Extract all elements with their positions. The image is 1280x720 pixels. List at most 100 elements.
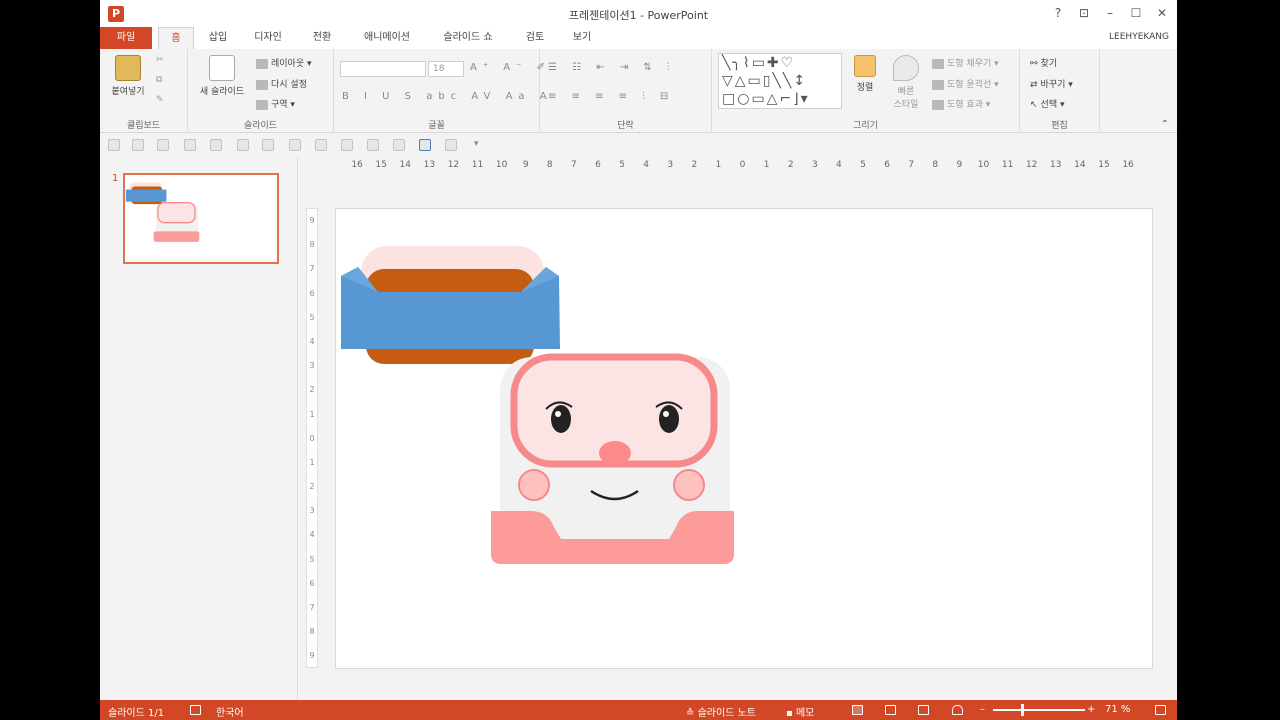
toolbar-icon[interactable] xyxy=(184,139,196,151)
toolbar-icon[interactable] xyxy=(367,139,379,151)
ruler-tick: 9 xyxy=(309,216,315,225)
section-button[interactable]: 구역 ▾ xyxy=(256,97,295,110)
shape-outline-label: 도형 윤곽선 ▾ xyxy=(947,80,999,90)
select-button[interactable]: ↖ 선택 ▾ xyxy=(1030,97,1065,110)
font-size-buttons[interactable]: A⁺ A⁻ ✐ xyxy=(470,62,551,73)
shapes-gallery[interactable]: ╲╮⌇▭✚♡ ▽△▭▯╲╲↕ □○▭△⌐⌋▾ xyxy=(718,53,842,109)
close-button[interactable]: ✕ xyxy=(1151,4,1173,22)
toolbar-icon[interactable] xyxy=(237,139,249,151)
fit-to-window-icon[interactable] xyxy=(1155,705,1166,715)
list-buttons[interactable]: ☰ ☷ ⇤ ⇥ ⇅ ⫶ xyxy=(548,62,675,73)
zoom-out-button[interactable]: – xyxy=(980,704,985,715)
tab-file[interactable]: 파일 xyxy=(100,27,152,49)
zoom-in-button[interactable]: + xyxy=(1087,704,1095,715)
replace-button[interactable]: ⇄ 바꾸기 ▾ xyxy=(1030,77,1073,90)
paste-icon xyxy=(115,55,141,81)
right-eye[interactable] xyxy=(659,405,679,433)
character-shape-group[interactable] xyxy=(491,353,734,564)
tab-transitions[interactable]: 전환 xyxy=(304,27,340,49)
toolbar-icon[interactable] xyxy=(419,139,431,151)
quick-styles-icon xyxy=(893,55,919,81)
minimize-button[interactable]: – xyxy=(1099,4,1121,22)
slide-thumbnail[interactable] xyxy=(123,173,279,264)
ruler-tick: 16 xyxy=(351,160,363,170)
normal-view-icon[interactable] xyxy=(852,705,863,715)
reset-button[interactable]: 다시 설정 xyxy=(256,77,307,90)
arrange-button[interactable]: 정렬 xyxy=(850,55,880,93)
paste-button[interactable]: 붙여넣기 xyxy=(106,55,150,97)
tab-design[interactable]: 디자인 xyxy=(246,27,290,49)
drawing-group-label: 그리기 xyxy=(853,121,878,131)
replace-icon: ⇄ xyxy=(1030,80,1038,90)
customize-toolbar-icon[interactable]: ▾ xyxy=(474,139,479,149)
zoom-slider[interactable] xyxy=(993,709,1085,711)
format-painter-icon[interactable]: ✎ xyxy=(156,95,164,105)
tab-animations[interactable]: 애니메이션 xyxy=(352,27,422,49)
find-button[interactable]: ⚯ 찾기 xyxy=(1030,56,1057,69)
shape-outline-button[interactable]: 도형 윤곽선 ▾ xyxy=(932,77,999,90)
layout-button[interactable]: 레이아웃 ▾ xyxy=(256,56,312,69)
tab-home[interactable]: 홈 xyxy=(158,27,194,49)
cursor-icon: ↖ xyxy=(1030,100,1038,110)
copy-icon[interactable]: ⧉ xyxy=(156,75,162,85)
section-icon xyxy=(256,99,268,110)
left-cheek[interactable] xyxy=(518,469,550,501)
hat-shape-group[interactable] xyxy=(341,246,560,364)
toolbar-icon[interactable] xyxy=(262,139,274,151)
quick-styles-button[interactable]: 빠른 스타일 xyxy=(888,55,924,110)
alignment-buttons[interactable]: ≡ ≡ ≡ ≡ ⫶ ⊟ xyxy=(548,91,674,102)
toolbar-icon[interactable] xyxy=(210,139,222,151)
shape-fill-label: 도형 채우기 ▾ xyxy=(947,59,999,69)
maximize-button[interactable]: ☐ xyxy=(1125,4,1147,22)
toolbar-icon[interactable] xyxy=(341,139,353,151)
slide-sorter-icon[interactable] xyxy=(885,705,896,715)
ruler-tick: 7 xyxy=(309,264,315,274)
comments-button[interactable]: ▪ 메모 xyxy=(786,704,814,719)
user-account[interactable]: LEEHYEKANG xyxy=(1109,32,1169,42)
ribbon-display-options-button[interactable]: ⊡ xyxy=(1073,4,1095,22)
ruler-tick: 16 xyxy=(1122,160,1134,170)
tab-slideshow[interactable]: 슬라이드 쇼 xyxy=(432,27,504,49)
left-eye[interactable] xyxy=(551,405,571,433)
help-button[interactable]: ? xyxy=(1047,4,1069,22)
replace-label: 바꾸기 ▾ xyxy=(1040,80,1073,90)
toolbar-icon[interactable] xyxy=(315,139,327,151)
vertical-ruler: 9 8 7 6 5 4 3 2 1 0 1 2 3 4 5 6 7 8 9 xyxy=(306,208,318,668)
cut-icon[interactable]: ✂ xyxy=(156,55,164,65)
spell-check-icon[interactable] xyxy=(190,705,201,715)
toolbar-icon[interactable] xyxy=(108,139,120,151)
tab-view[interactable]: 보기 xyxy=(564,27,600,49)
ribbon: 붙여넣기 ✂ ⧉ ✎ 클립보드 새 슬라이드 레이아웃 ▾ 다시 설정 구역 ▾… xyxy=(100,49,1177,133)
new-slide-button[interactable]: 새 슬라이드 xyxy=(192,55,252,97)
ruler-tick: 5 xyxy=(309,554,315,564)
collapse-ribbon-icon[interactable]: ⌃ xyxy=(1161,119,1169,130)
toolbar-icon[interactable] xyxy=(132,139,144,151)
zoom-level[interactable]: 71 % xyxy=(1105,704,1130,715)
font-size-box[interactable]: 18 xyxy=(428,61,464,77)
slide-canvas[interactable] xyxy=(335,208,1153,669)
tab-insert[interactable]: 삽입 xyxy=(200,27,236,49)
toolbar-icon[interactable] xyxy=(289,139,301,151)
nose[interactable] xyxy=(599,441,631,465)
ruler-tick: 8 xyxy=(932,160,939,170)
ruler-tick: 7 xyxy=(908,160,915,170)
font-format-buttons[interactable]: B I U S abc AV Aa A xyxy=(342,91,553,102)
paste-label: 붙여넣기 xyxy=(111,87,145,97)
toolbar-icon[interactable] xyxy=(157,139,169,151)
slideshow-view-icon[interactable] xyxy=(952,705,963,715)
language-indicator[interactable]: 한국어 xyxy=(216,704,244,719)
notes-button[interactable]: ≙ 슬라이드 노트 xyxy=(686,704,756,719)
arrange-label: 정렬 xyxy=(856,83,874,93)
clipboard-group: 붙여넣기 ✂ ⧉ ✎ 클립보드 xyxy=(100,49,188,133)
ruler-tick: 14 xyxy=(399,160,411,170)
toolbar-icon[interactable] xyxy=(393,139,405,151)
toolbar-icon[interactable] xyxy=(445,139,457,151)
tab-review[interactable]: 검토 xyxy=(516,27,554,49)
font-name-box[interactable] xyxy=(340,61,426,77)
right-cheek[interactable] xyxy=(673,469,705,501)
shape-fill-button[interactable]: 도형 채우기 ▾ xyxy=(932,56,999,69)
reading-view-icon[interactable] xyxy=(918,705,929,715)
shape-outline-icon xyxy=(932,79,944,90)
shape-effects-button[interactable]: 도형 효과 ▾ xyxy=(932,97,990,110)
zoom-slider-handle[interactable] xyxy=(1021,704,1024,716)
